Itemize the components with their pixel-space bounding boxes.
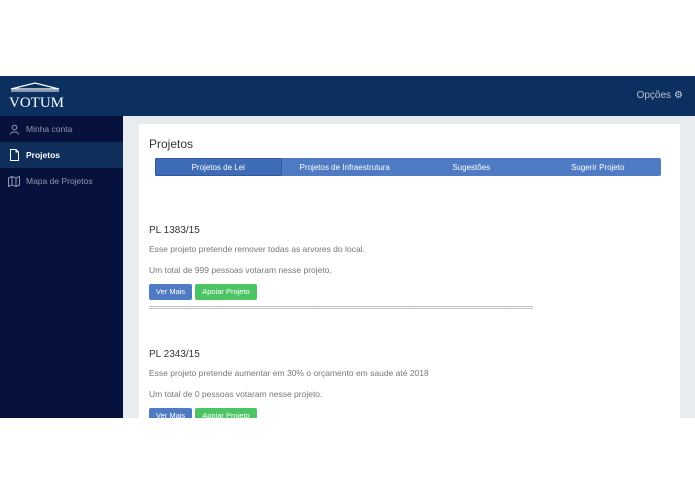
logo-text: VOTUM [9, 95, 64, 111]
project-votes: Um total de 999 pessoas votaram nesse pr… [149, 265, 332, 275]
file-icon [8, 149, 20, 161]
sidebar-item-label: Mapa de Projetos [26, 176, 93, 186]
apoiar-projeto-button[interactable]: Apoiar Projeto [195, 284, 257, 300]
votum-logo[interactable]: VOTUM [8, 81, 64, 111]
ver-mais-button[interactable]: Ver Mais [149, 408, 193, 418]
sidebar-item-mapa-de-projetos[interactable]: Mapa de Projetos [0, 168, 123, 194]
tab-sugestoes[interactable]: Sugestões [408, 158, 535, 176]
project-actions: Ver Mais Apoiar Projeto [149, 284, 669, 300]
user-icon [8, 123, 20, 135]
options-menu[interactable]: Opções ⚙ [637, 90, 683, 101]
sidebar-item-projetos[interactable]: Projetos [0, 142, 123, 168]
options-label: Opções [636, 90, 672, 101]
top-bar: VOTUM Opções ⚙ [0, 76, 695, 116]
project-tabs: Projetos de Lei Projetos de Infraestrutu… [155, 158, 661, 176]
apoiar-projeto-button[interactable]: Apoiar Projeto [195, 408, 257, 418]
ver-mais-button[interactable]: Ver Mais [149, 284, 193, 300]
project-votes: Um total de 0 pessoas votaram nesse proj… [149, 389, 323, 399]
project-description: Esse projeto pretende aumentar em 30% o … [149, 368, 429, 378]
tab-sugerir-projeto[interactable]: Sugerir Projeto [535, 158, 662, 176]
tab-projetos-de-infraestrutura[interactable]: Projetos de Infraestrutura [282, 158, 409, 176]
sidebar-item-label: Minha conta [26, 124, 73, 134]
sidebar-item-minha-conta[interactable]: Minha conta [0, 116, 123, 142]
divider: ========================================… [149, 303, 533, 312]
map-icon [8, 175, 20, 187]
sidebar: Minha conta Projetos Mapa de Projetos [0, 116, 123, 418]
project-description: Esse projeto pretende remover todas as a… [149, 244, 365, 254]
gear-icon: ⚙ [674, 90, 683, 101]
project-actions: Ver Mais Apoiar Projeto [149, 408, 669, 418]
projects-panel: Projetos Projetos de Lei Projetos de Inf… [139, 124, 680, 418]
project-title: PL 2343/15 [149, 349, 200, 360]
sidebar-item-label: Projetos [26, 150, 61, 160]
app-window: VOTUM Opções ⚙ Minha conta Projetos Mapa… [0, 76, 695, 418]
tab-projetos-de-lei[interactable]: Projetos de Lei [155, 158, 282, 176]
project-title: PL 1383/15 [149, 225, 200, 236]
project-card: PL 2343/15 Esse projeto pretende aumenta… [149, 349, 669, 418]
page-title: Projetos [149, 137, 194, 151]
project-card: PL 1383/15 Esse projeto pretende remover… [149, 225, 669, 312]
